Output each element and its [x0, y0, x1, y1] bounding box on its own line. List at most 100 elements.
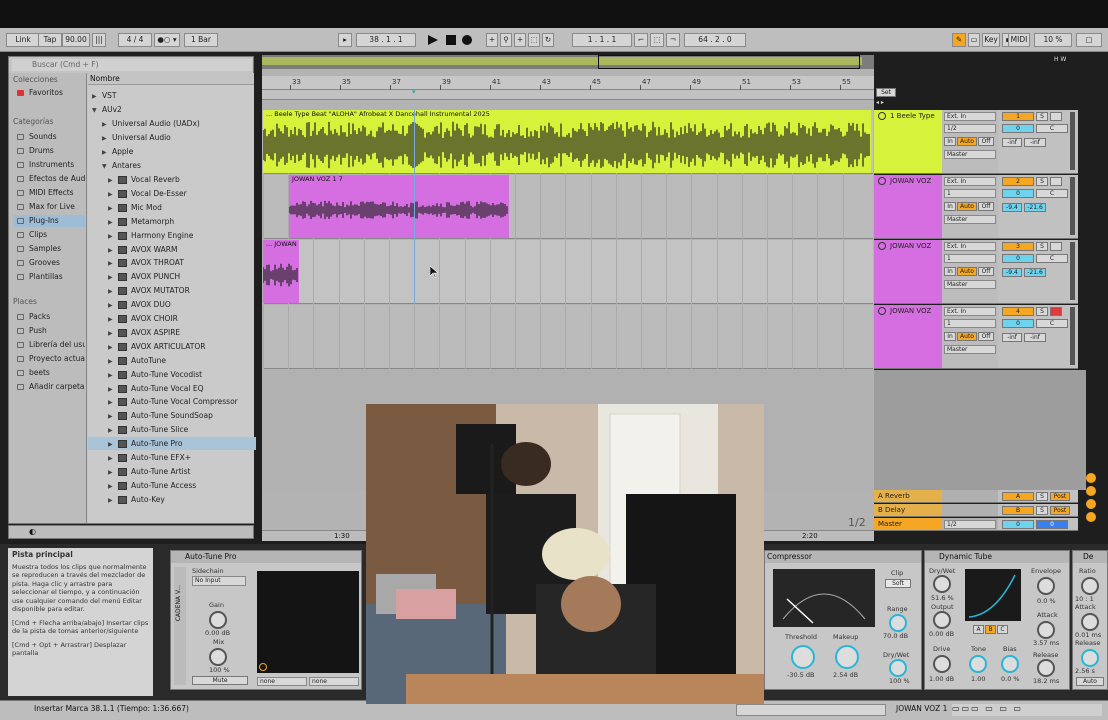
disclosure-triangle-icon[interactable]: ▶	[108, 174, 118, 187]
release-knob[interactable]	[1081, 649, 1099, 667]
follow-icon[interactable]: ▸	[338, 33, 352, 47]
track-header[interactable]: JOWAN VOZ	[874, 240, 942, 304]
plugin-item[interactable]: ▶ Vocal Reverb	[108, 173, 180, 186]
audio-clip[interactable]: ... JOWAN	[263, 240, 299, 303]
plugin-item[interactable]: ▶ AVOX ARTICULATOR	[108, 340, 206, 353]
attack-value[interactable]: 3.57 ms	[1033, 639, 1059, 647]
plugin-item[interactable]: ▶ Auto-Tune Vocal EQ	[108, 382, 203, 395]
disclosure-triangle-icon[interactable]: ▶	[102, 146, 112, 159]
input-channel-select[interactable]: 1/2	[944, 124, 996, 133]
track-header[interactable]: 1 Beele Type	[874, 110, 942, 174]
volume-field[interactable]: 0	[1002, 189, 1034, 198]
midi-map-button[interactable]: MIDI	[1008, 33, 1030, 47]
monitor-in-button[interactable]: In	[944, 202, 956, 211]
input-channel-select[interactable]: 1	[944, 319, 996, 328]
release-value[interactable]: 2.56 s	[1075, 667, 1095, 675]
disclosure-triangle-icon[interactable]: ▶	[108, 494, 118, 507]
sidebar-item-place[interactable]: Librería del usu	[13, 339, 85, 351]
sidebar-item-place[interactable]: Proyecto actua	[13, 353, 85, 365]
attack-knob[interactable]	[1037, 621, 1055, 639]
disclosure-triangle-icon[interactable]: ▶	[108, 424, 118, 437]
track-header[interactable]: JOWAN VOZ	[874, 305, 942, 369]
master-volume[interactable]: 0	[1002, 520, 1034, 529]
disclosure-triangle-icon[interactable]: ▶	[108, 355, 118, 368]
track-lane[interactable]: ... Beele Type Beat "ALOHA" Afrobeat X D…	[263, 110, 873, 174]
plugin-item[interactable]: ▶ AVOX PUNCH	[108, 270, 180, 283]
ratio-value[interactable]: 10 : 1	[1075, 595, 1094, 603]
threshold-knob[interactable]	[791, 645, 815, 669]
device-title[interactable]: De	[1073, 551, 1107, 563]
input-type-select[interactable]: Ext. In	[944, 112, 996, 121]
overdub-icon[interactable]: +	[486, 33, 498, 47]
tone-knob[interactable]	[969, 655, 987, 673]
link-button[interactable]: Link	[6, 33, 40, 47]
capture-icon[interactable]: ⬚	[528, 33, 540, 47]
sidebar-item-place[interactable]: Packs	[13, 311, 85, 323]
plugin-edit-icon[interactable]	[259, 663, 267, 671]
key-map-button[interactable]: Key	[982, 33, 1000, 47]
monitor-in-button[interactable]: In	[944, 137, 956, 146]
sidebar-item-samples[interactable]: Samples	[13, 243, 85, 255]
drywet-knob[interactable]	[889, 659, 907, 677]
disclosure-triangle-icon[interactable]: ▼	[102, 160, 112, 173]
solo-button[interactable]: S	[1036, 506, 1048, 515]
disclosure-triangle-icon[interactable]: ▶	[108, 271, 118, 284]
audio-clip[interactable]: ... Beele Type Beat "ALOHA" Afrobeat X D…	[263, 110, 871, 173]
master-pan[interactable]: 0	[1036, 520, 1068, 529]
draw-mode-icon[interactable]: ✎	[952, 33, 966, 47]
pre-post-button[interactable]: Post	[1050, 506, 1070, 515]
midi-from-select[interactable]: none	[257, 677, 307, 686]
sidebar-item-plantillas[interactable]: Plantillas	[13, 271, 85, 283]
output-knob[interactable]	[933, 611, 951, 629]
tree-item[interactable]: ▶ Universal Audio (UADx)	[102, 117, 200, 130]
name-column-header[interactable]: Nombre	[88, 73, 254, 85]
fold-icon[interactable]	[878, 112, 886, 120]
monitor-auto-button[interactable]: Auto	[957, 202, 977, 211]
sidebar-item-sounds[interactable]: Sounds	[13, 131, 85, 143]
tempo-field[interactable]: 90.00	[62, 33, 90, 47]
input-type-select[interactable]: Ext. In	[944, 307, 996, 316]
disclosure-triangle-icon[interactable]: ▶	[108, 285, 118, 298]
track-activator[interactable]: 4	[1002, 307, 1034, 316]
orange-dot-icon[interactable]	[1086, 499, 1096, 509]
disclosure-triangle-icon[interactable]: ▶	[108, 341, 118, 354]
midi-to-select[interactable]: none	[309, 677, 359, 686]
solo-button[interactable]: S	[1036, 307, 1048, 316]
loop-switch-icon[interactable]: ⬚	[650, 33, 664, 47]
monitor-auto-button[interactable]: Auto	[957, 267, 977, 276]
gain-knob[interactable]	[209, 611, 227, 629]
plugin-item[interactable]: ▶ Harmony Engine	[108, 229, 193, 242]
range-knob[interactable]	[889, 614, 907, 632]
pan-field[interactable]: C	[1036, 189, 1068, 198]
computer-keyboard-icon[interactable]: ▭	[968, 33, 980, 47]
plugin-item[interactable]: ▶ Vocal De-Esser	[108, 187, 187, 200]
sidebar-item-efectos-de-aud[interactable]: Efectos de Aud	[13, 173, 85, 185]
tap-button[interactable]: Tap	[38, 33, 62, 47]
volume-field[interactable]: 0	[1002, 124, 1034, 133]
beat-ruler[interactable]: 33 35 37 39 41 43 45 47 49 51 53 55	[262, 76, 874, 90]
bias-knob[interactable]	[1001, 655, 1019, 673]
monitor-auto-button[interactable]: Auto	[957, 137, 977, 146]
audio-clip[interactable]: JOWAN VOZ 1 7	[289, 175, 509, 238]
tone-value[interactable]: 1.00	[971, 675, 985, 683]
meter-field[interactable]: 4 / 4	[118, 33, 152, 47]
device-title[interactable]: Compressor	[765, 551, 921, 563]
disclosure-triangle-icon[interactable]: ▶	[108, 438, 118, 451]
plugin-item[interactable]: ▶ Auto-Tune Vocal Compressor	[108, 395, 238, 408]
gain-value[interactable]: 0.00 dB	[205, 629, 230, 637]
monitor-off-button[interactable]: Off	[978, 267, 994, 276]
plugin-item[interactable]: ▶ AVOX DUO	[108, 298, 171, 311]
output-value[interactable]: 0.00 dB	[929, 630, 954, 638]
punch-out-icon[interactable]: ¬	[666, 33, 680, 47]
tube-type-selector[interactable]: A B C	[973, 625, 1011, 634]
ratio-knob[interactable]	[1081, 577, 1099, 595]
volume-field[interactable]: 0	[1002, 319, 1034, 328]
makeup-value[interactable]: 2.54 dB	[833, 671, 858, 679]
orange-dot-icon[interactable]	[1086, 512, 1096, 522]
plugin-display[interactable]	[257, 571, 359, 673]
drive-value[interactable]: 1.00 dB	[929, 675, 954, 683]
plugin-item[interactable]: ▶ Auto-Tune Pro	[88, 437, 256, 451]
sidebar-item-max-for-live[interactable]: Max for Live	[13, 201, 85, 213]
monitor-in-button[interactable]: In	[944, 267, 956, 276]
soft-clip-button[interactable]: Soft	[885, 579, 911, 588]
